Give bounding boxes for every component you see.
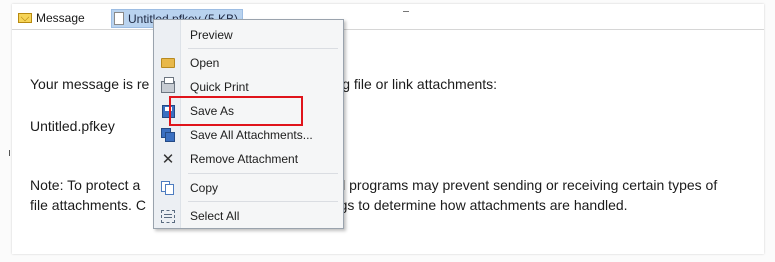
menu-item-quick-print[interactable]: Quick Print [156, 76, 341, 98]
note-line-2-tail: ttings to determine how attachments are … [320, 197, 628, 213]
notice-text-head: Your message is re [30, 76, 150, 92]
menu-item-label: Open [190, 56, 220, 70]
menu-item-preview[interactable]: Preview [156, 24, 341, 46]
menu-item-copy[interactable]: Copy [156, 177, 341, 199]
menu-item-open[interactable]: Open [156, 52, 341, 74]
menu-separator [188, 173, 338, 174]
menu-separator [188, 201, 338, 202]
menu-item-label: Save All Attachments... [190, 128, 313, 142]
outlook-message-window: Message Untitled.pfkey (5 KB) Your messa… [0, 0, 775, 262]
blank-icon [160, 27, 176, 43]
attachment-filename: Untitled.pfkey [30, 118, 115, 134]
note-line-1-tail: ail programs may prevent sending or rece… [331, 177, 718, 193]
note-line-2-head: file attachments. C [30, 197, 146, 213]
note-line-1: Note: To protect a ail programs may preve… [30, 177, 717, 193]
copy-icon [160, 180, 176, 196]
menu-item-label: Quick Print [190, 80, 249, 94]
open-folder-icon [160, 55, 176, 71]
menu-item-remove-attachment[interactable]: ✕ Remove Attachment [156, 148, 341, 170]
save-all-icon [160, 127, 176, 143]
select-all-icon [160, 208, 176, 224]
message-tab[interactable]: Message [18, 9, 85, 27]
menu-separator [188, 48, 338, 49]
notice-text-tail: ving file or link attachments: [324, 76, 498, 92]
message-tab-label: Message [36, 11, 85, 25]
printer-icon [160, 77, 176, 95]
document-icon [114, 12, 124, 25]
menu-item-label: Preview [190, 28, 233, 42]
window-mark [9, 150, 10, 156]
save-as-highlight-box [169, 96, 303, 126]
message-frame [12, 4, 764, 254]
menu-item-label: Select All [190, 209, 240, 223]
menu-item-save-all-attachments[interactable]: Save All Attachments... [156, 124, 341, 146]
menu-item-label: Remove Attachment [190, 152, 299, 166]
note-line-1-head: Note: To protect a [30, 177, 141, 193]
window-mark [403, 11, 409, 12]
attachment-bar-divider [12, 29, 764, 30]
envelope-icon [18, 13, 32, 23]
menu-item-label: Copy [190, 181, 219, 195]
menu-item-select-all[interactable]: Select All [156, 205, 341, 227]
remove-x-icon: ✕ [161, 150, 175, 168]
